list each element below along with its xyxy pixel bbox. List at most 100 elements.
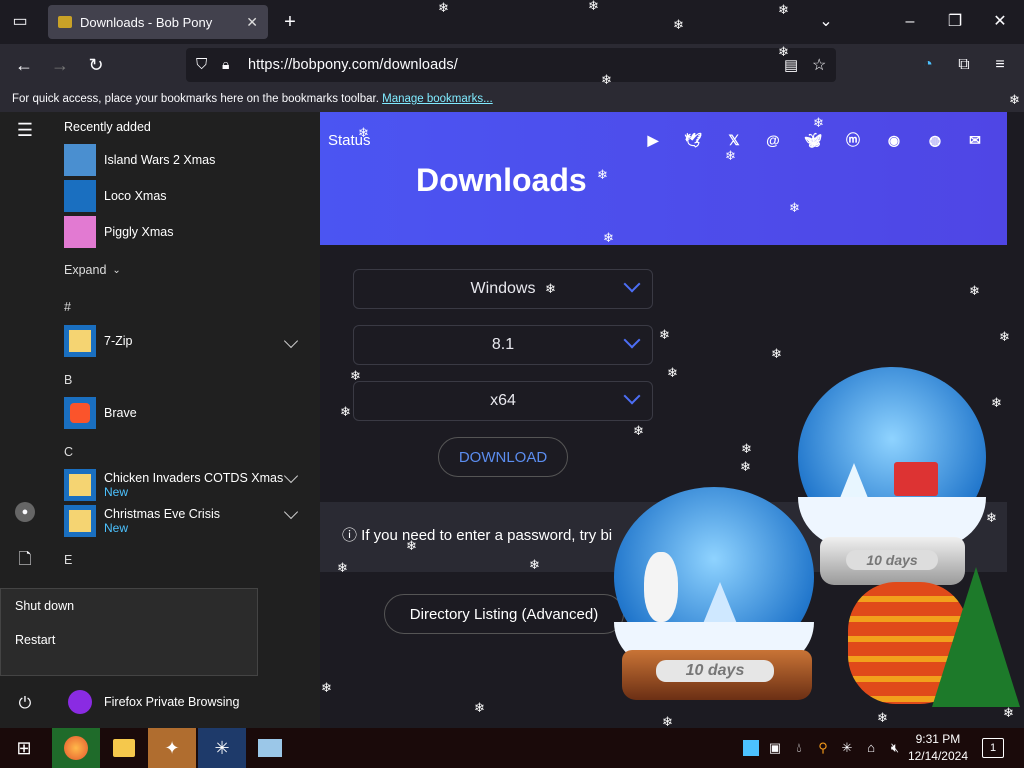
app-piggly-xmas[interactable]: Piggly Xmas (64, 216, 173, 248)
extensions-icon[interactable]: ⧉ (954, 55, 974, 75)
youtube-icon[interactable]: ▶ (643, 130, 663, 150)
image-icon (258, 739, 282, 757)
close-tab-icon[interactable]: ✕ (246, 14, 258, 31)
twitter-icon[interactable]: 🕊︎ (683, 130, 703, 150)
manage-bookmarks-link[interactable]: Manage bookmarks... (382, 93, 493, 105)
snowflake-icon: ❄ (771, 346, 782, 361)
threads-icon[interactable]: @ (763, 130, 783, 150)
snow-globe-right (798, 367, 986, 547)
app-brave[interactable]: Brave (64, 397, 137, 429)
tray-snowflake-icon[interactable]: ✳ (839, 739, 855, 755)
chevron-down-icon (623, 331, 641, 349)
notification-center-icon[interactable]: 1 (982, 738, 1004, 758)
lock-icon[interactable]: 🔒︎ (222, 56, 229, 73)
snowflake-icon: ✳ (214, 737, 230, 758)
os-select-value: Windows (470, 280, 536, 297)
tray-search-icon[interactable]: ⚲ (815, 739, 831, 755)
app-chicken-invaders[interactable]: Chicken Invaders COTDS Xmas New (64, 469, 283, 501)
recently-added-heading: Recently added (64, 120, 151, 134)
chevron-down-icon[interactable] (283, 468, 299, 484)
reload-icon[interactable]: ↻ (86, 55, 106, 75)
menu-icon[interactable]: ≡ (990, 55, 1010, 75)
url-text[interactable]: https://bobpony.com/downloads/ (248, 57, 458, 73)
power-icon[interactable]: ⏻ (15, 694, 35, 714)
taskbar-firefox[interactable] (52, 728, 100, 768)
shut-down-option[interactable]: Shut down (1, 589, 257, 623)
email-icon[interactable]: ✉ (965, 130, 985, 150)
minimize-icon[interactable]: – (900, 12, 920, 32)
snowman-image (644, 552, 678, 622)
x-icon[interactable]: 𝕏 (724, 130, 744, 150)
firefox-private-icon (64, 686, 96, 718)
tab-title: Downloads - Bob Pony (80, 14, 213, 30)
bluesky-icon[interactable]: 🦋︎ (803, 130, 823, 150)
snowflake-icon: ❄ (633, 423, 644, 438)
folder-icon (64, 325, 96, 357)
app-7-zip[interactable]: 7-Zip (64, 325, 132, 357)
snowflake-icon: ❄ (474, 700, 485, 715)
directory-listing-button[interactable]: Directory Listing (Advanced) (384, 594, 624, 634)
folder-icon (64, 469, 96, 501)
list-tabs-icon[interactable]: ⌄ (816, 12, 836, 32)
section-letter[interactable]: B (64, 373, 72, 387)
snowflake-icon: ❄ (969, 283, 980, 298)
restart-option[interactable]: Restart (1, 623, 257, 657)
taskbar-snowflake-app[interactable]: ✳ (198, 728, 246, 768)
forward-icon[interactable]: → (50, 55, 70, 75)
taskbar-app[interactable]: ✦ (148, 728, 196, 768)
tray-app-icon[interactable]: ▣ (767, 739, 783, 755)
tab-downloads[interactable]: Downloads - Bob Pony ✕ (48, 5, 268, 39)
shield-icon[interactable]: ⛉ (196, 56, 207, 73)
app-loco-xmas[interactable]: Loco Xmas (64, 180, 167, 212)
chevron-down-icon[interactable] (283, 504, 299, 520)
tray-drop-icon[interactable]: 💧︎ (791, 739, 807, 755)
github-icon[interactable]: ◍ (925, 130, 945, 150)
taskbar-clock[interactable]: 9:31 PM 12/14/2024 (908, 731, 968, 765)
user-avatar-icon[interactable]: ● (15, 502, 35, 522)
bookmarks-toolbar: For quick access, place your bookmarks h… (0, 86, 1024, 112)
power-menu: Shut down Restart (0, 588, 258, 676)
chevron-down-icon[interactable] (283, 333, 299, 349)
snowflake-icon: ❄ (597, 167, 608, 182)
section-letter[interactable]: # (64, 300, 71, 314)
mastodon-icon[interactable]: ⓜ (843, 130, 863, 150)
app-christmas-eve-crisis[interactable]: Christmas Eve Crisis New (64, 505, 220, 537)
hamburger-menu-icon[interactable]: ☰ (15, 120, 35, 140)
discord-icon[interactable]: ◉ (884, 130, 904, 150)
back-icon[interactable]: ← (14, 55, 34, 75)
app-label: Christmas Eve Crisis (104, 507, 220, 521)
network-icon[interactable]: ⌂ (863, 739, 879, 755)
taskbar-file-explorer[interactable] (100, 728, 148, 768)
gift-boxes-image (894, 462, 938, 496)
app-firefox-private-browsing[interactable]: Firefox Private Browsing (64, 686, 239, 718)
section-letter[interactable]: E (64, 553, 72, 567)
app-label: Island Wars 2 Xmas (104, 153, 216, 167)
app-island-wars-2-xmas[interactable]: Island Wars 2 Xmas (64, 144, 215, 176)
start-button[interactable]: ⊞ (0, 728, 48, 768)
section-letter[interactable]: C (64, 445, 73, 459)
app-label: Piggly Xmas (104, 225, 174, 239)
download-button[interactable]: DOWNLOAD (438, 437, 568, 477)
snowflake-icon: ❄ (545, 281, 556, 296)
snowflake-icon: ❄ (588, 0, 599, 13)
taskbar-photos[interactable] (246, 728, 294, 768)
tab-overview-icon[interactable]: ▭ (10, 12, 30, 32)
arch-select[interactable]: x64 (353, 381, 653, 421)
brave-icon (64, 397, 96, 429)
new-tab-icon[interactable]: + (280, 12, 300, 32)
bookmark-star-icon[interactable]: ☆ (812, 55, 826, 75)
close-window-icon[interactable]: ✕ (990, 12, 1010, 32)
account-icon[interactable]: ◔ (918, 55, 938, 75)
tray-app-icon[interactable] (743, 740, 759, 756)
volume-muted-icon[interactable]: 🔇︎ (887, 739, 903, 755)
version-select-value: 8.1 (491, 336, 515, 353)
os-select[interactable]: Windows (353, 269, 653, 309)
page-content: Status ▶ 🕊︎ 𝕏 @ 🦋︎ ⓜ ◉ ◍ ✉ Downloads Win… (320, 112, 1024, 728)
version-select[interactable]: 8.1 (353, 325, 653, 365)
documents-icon[interactable]: 🗋 (15, 550, 35, 570)
url-bar[interactable]: ⛉ 🔒︎ https://bobpony.com/downloads/ ▤ ☆ (186, 48, 836, 82)
island-wars-icon (64, 144, 96, 176)
chevron-down-icon: ⌄ (112, 264, 121, 276)
expand-button[interactable]: Expand ⌄ (64, 263, 121, 277)
maximize-icon[interactable]: ❐ (945, 12, 965, 32)
